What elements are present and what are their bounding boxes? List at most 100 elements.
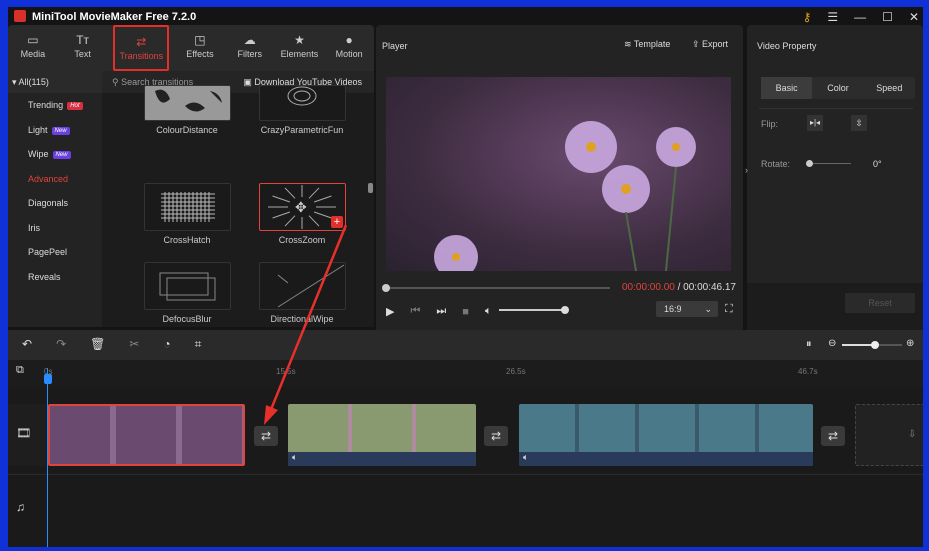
tab-elements[interactable]: ★ Elements (275, 25, 325, 71)
svg-text:✥: ✥ (295, 199, 307, 215)
rotate-slider[interactable] (806, 160, 851, 167)
category-all[interactable]: ▾ All(115) (8, 71, 102, 93)
transition-thumb[interactable] (144, 262, 231, 310)
category-reveals[interactable]: Reveals (8, 265, 102, 290)
transition-slot[interactable]: ⇄ (821, 426, 845, 446)
seek-handle[interactable] (382, 284, 390, 292)
tab-label: Media (20, 49, 46, 59)
split-button[interactable]: ✂ (129, 337, 139, 352)
category-sidebar: ▾ All(115) Trending Hot Light New Wipe New Adv… (8, 71, 102, 327)
tab-text[interactable]: Tт Text (58, 25, 108, 71)
transition-slot[interactable]: ⇄ (484, 426, 508, 446)
category-advanced[interactable]: Advanced (8, 167, 102, 192)
rotate-label: Rotate: (761, 159, 791, 169)
zoom-in-button[interactable]: ⊕ (906, 338, 914, 349)
timeline-tracks: 🎞︎ ♫ ⇄ 🔈︎ ⇄ 🔈︎ ⇄ ⇩ (8, 368, 923, 547)
timeline-toolbar: ↶ ↷ 🗑︎ ✂ ◔ ⌗ ⏸ ⊖ ⊕ (8, 330, 923, 360)
template-button[interactable]: ≋ Template (624, 39, 670, 50)
tab-filters[interactable]: ☁ Filters (225, 25, 275, 71)
property-title: Video Property (757, 41, 817, 51)
collapse-arrow-icon[interactable]: › (745, 165, 748, 175)
transition-thumb[interactable]: ✥ + (259, 183, 346, 231)
delete-button[interactable]: 🗑︎ (90, 337, 105, 352)
transition-thumb[interactable] (259, 262, 346, 310)
effects-icon: ◳ (194, 33, 206, 47)
stop-button[interactable]: ■ (462, 306, 469, 318)
video-clip[interactable]: 🔈︎ (519, 404, 813, 466)
export-label: Export (702, 39, 729, 49)
video-track-icon: 🎞︎ (16, 426, 32, 440)
category-light[interactable]: Light New (8, 118, 102, 143)
category-diagonals[interactable]: Diagonals (8, 191, 102, 216)
transition-thumb[interactable] (259, 85, 346, 121)
add-track-icon[interactable]: ⧉ (16, 364, 24, 377)
rotate-value: 0° (873, 159, 882, 169)
video-clip[interactable]: 🔈︎ (288, 404, 476, 466)
player-panel: Player ≋ Template ⇪ Export 00:00:00.00 /… (376, 25, 743, 332)
filters-icon: ☁ (243, 33, 256, 47)
menu-icon[interactable]: ☰ (827, 10, 838, 24)
category-label: Iris (28, 222, 40, 233)
category-pagepeel[interactable]: PagePeel (8, 240, 102, 265)
property-tab-basic[interactable]: Basic (761, 77, 813, 99)
volume-icon[interactable]: 🔈︎ (485, 305, 492, 318)
tab-effects[interactable]: ◳ Effects (175, 25, 225, 71)
close-button[interactable]: ✕ (909, 10, 919, 24)
category-all-label: All(115) (18, 77, 49, 87)
timeline-zoom-slider[interactable] (842, 341, 902, 349)
current-time: 00:00:00.00 (622, 282, 675, 293)
seek-bar[interactable] (382, 284, 610, 292)
tab-media[interactable]: ▭ Media (8, 25, 58, 71)
timeline-ruler: ⧉ 0s 15.5s 26.5s 46.7s (8, 360, 923, 388)
playhead-handle[interactable] (44, 374, 52, 384)
panel-scrollbar[interactable] (368, 183, 373, 193)
play-button[interactable]: ▶ (386, 305, 394, 318)
category-iris[interactable]: Iris (8, 216, 102, 241)
app-logo-icon (14, 10, 26, 22)
playhead-line (47, 368, 48, 547)
category-trending[interactable]: Trending Hot (8, 93, 102, 118)
reset-button[interactable]: Reset (845, 293, 915, 313)
category-label: Trending (28, 100, 64, 110)
ruler-label: 15.5s (276, 367, 296, 376)
zoom-out-button[interactable]: ⊖ (828, 338, 836, 349)
minimize-button[interactable]: — (854, 10, 866, 24)
export-button[interactable]: ⇪ Export (692, 39, 728, 50)
redo-button[interactable]: ↷ (56, 337, 66, 352)
transition-slot[interactable]: ⇄ (254, 426, 278, 446)
fit-timeline-icon[interactable]: ⏸ (806, 338, 812, 351)
prev-frame-button[interactable]: ⏮ (410, 305, 420, 318)
video-clip[interactable] (48, 404, 245, 466)
speed-button[interactable]: ◔ (163, 337, 170, 352)
category-wipe[interactable]: Wipe New (8, 142, 102, 167)
video-preview (386, 77, 731, 271)
transition-thumb[interactable] (144, 85, 231, 121)
flip-vertical-button[interactable]: ⇳ (851, 115, 867, 131)
empty-clip-slot[interactable]: ⇩ (855, 404, 923, 466)
crop-button[interactable]: ⌗ (195, 337, 202, 352)
transition-thumb[interactable] (144, 183, 231, 231)
undo-button[interactable]: ↶ (22, 337, 32, 352)
property-tab-speed[interactable]: Speed (864, 77, 915, 99)
transition-label: DefocusBlur (162, 314, 212, 324)
aspect-ratio-select[interactable]: 16:9 ⌄ (656, 301, 718, 317)
property-tab-color[interactable]: Color (812, 77, 863, 99)
flip-label: Flip: (761, 119, 779, 129)
category-badge: Hot (67, 102, 83, 110)
category-label: Light (28, 124, 48, 135)
fullscreen-button[interactable]: ⛶ (725, 303, 733, 316)
tab-transitions[interactable]: ⇄ Transitions (113, 25, 170, 71)
next-frame-button[interactable]: ⏭ (436, 305, 446, 318)
title-bar: MiniTool MovieMaker Free 7.2.0 (14, 7, 196, 27)
tab-label: Motion (335, 49, 363, 59)
flip-horizontal-button[interactable]: ▸|◂ (807, 115, 823, 131)
key-icon[interactable]: ⚷ (803, 10, 812, 24)
add-transition-button[interactable]: + (331, 216, 343, 228)
tab-label: Elements (280, 49, 319, 59)
video-property-panel: Video Property Basic Color Speed Flip: ▸|◂… (745, 25, 923, 332)
volume-slider[interactable] (499, 306, 569, 314)
elements-icon: ★ (294, 33, 305, 47)
tab-motion[interactable]: ● Motion (324, 25, 374, 71)
transition-label: CrossHatch (163, 235, 211, 245)
maximize-button[interactable]: ☐ (882, 10, 893, 24)
